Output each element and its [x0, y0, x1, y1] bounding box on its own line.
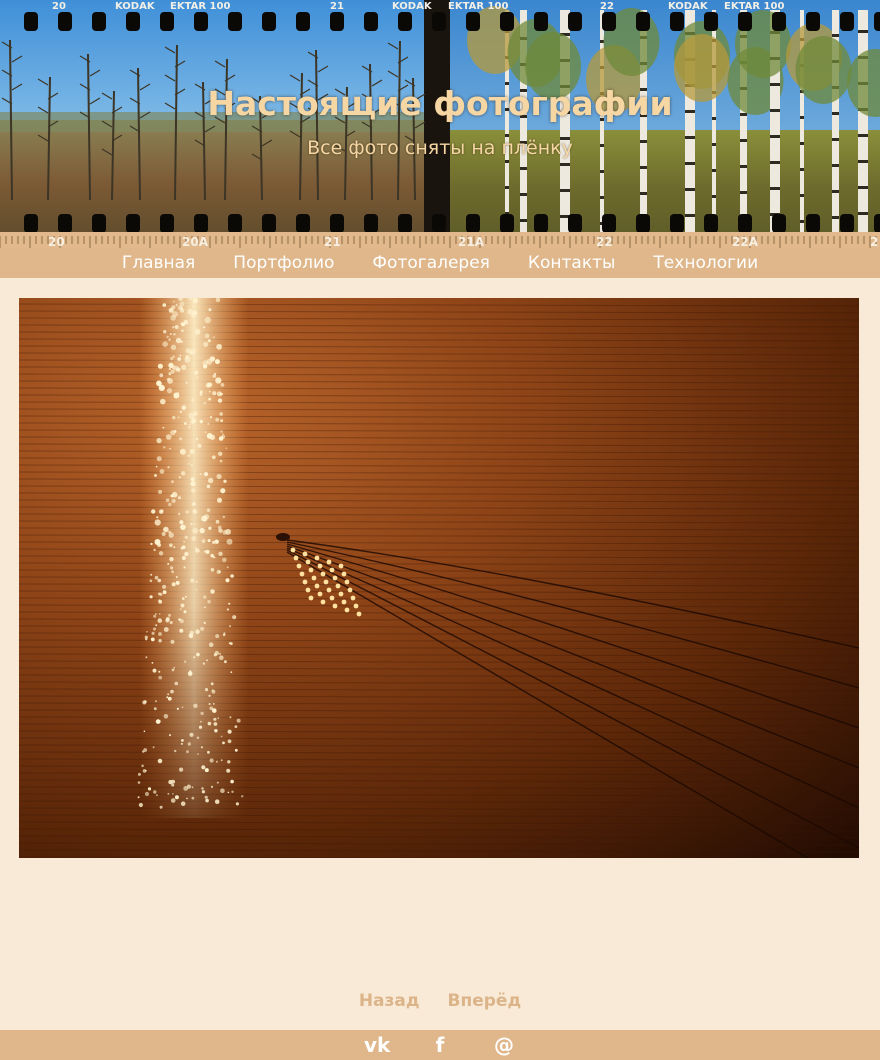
svg-text:20: 20: [52, 1, 66, 12]
vk-icon[interactable]: vk: [364, 1030, 390, 1060]
svg-text:EKTAR 100: EKTAR 100: [170, 1, 230, 12]
svg-text:22: 22: [596, 235, 613, 248]
main-nav: Главная Портфолио Фотогалерея Контакты Т…: [0, 248, 880, 278]
svg-text:21A: 21A: [458, 235, 485, 248]
prev-link[interactable]: Назад: [359, 991, 420, 1011]
gallery-photo[interactable]: [19, 298, 859, 858]
nav-item-portfolio[interactable]: Портфолио: [214, 248, 353, 278]
svg-text:21: 21: [324, 235, 341, 248]
page: 20 KODAK EKTAR 100 21 KODAK EKTAR 100 22 KODAK E…: [0, 0, 880, 1060]
nav-item-technologies[interactable]: Технологии: [634, 248, 777, 278]
svg-text:22A: 22A: [732, 235, 759, 248]
site-subtitle: Все фото сняты на плёнку: [307, 137, 573, 159]
pager: Назад Вперёд: [0, 991, 880, 1011]
film-strip-forest-photo: 20 KODAK EKTAR 100 21 KODAK EKTAR 100 22 KODAK E…: [0, 0, 880, 248]
mail-ru-icon[interactable]: @: [492, 1030, 516, 1060]
svg-text:EKTAR 100: EKTAR 100: [724, 1, 784, 12]
svg-text:20: 20: [48, 235, 65, 248]
svg-text:21: 21: [330, 1, 344, 12]
header-banner: 20 KODAK EKTAR 100 21 KODAK EKTAR 100 22 KODAK E…: [0, 0, 880, 248]
sunset-lake-boat-photo: [19, 298, 859, 858]
next-link[interactable]: Вперёд: [448, 991, 522, 1011]
svg-text:2: 2: [870, 235, 878, 248]
svg-text:EKTAR 100: EKTAR 100: [448, 1, 508, 12]
facebook-icon[interactable]: f: [428, 1030, 452, 1060]
svg-text:KODAK: KODAK: [115, 1, 156, 12]
nav-item-home[interactable]: Главная: [103, 248, 214, 278]
site-title: Настоящие фотографии: [207, 84, 673, 123]
nav-item-contacts[interactable]: Контакты: [509, 248, 635, 278]
footer: vk f @: [0, 1030, 880, 1060]
nav-item-gallery[interactable]: Фотогалерея: [353, 248, 509, 278]
svg-text:KODAK: KODAK: [668, 1, 709, 12]
svg-text:20A: 20A: [182, 235, 209, 248]
svg-text:22: 22: [600, 1, 614, 12]
svg-text:KODAK: KODAK: [392, 1, 433, 12]
